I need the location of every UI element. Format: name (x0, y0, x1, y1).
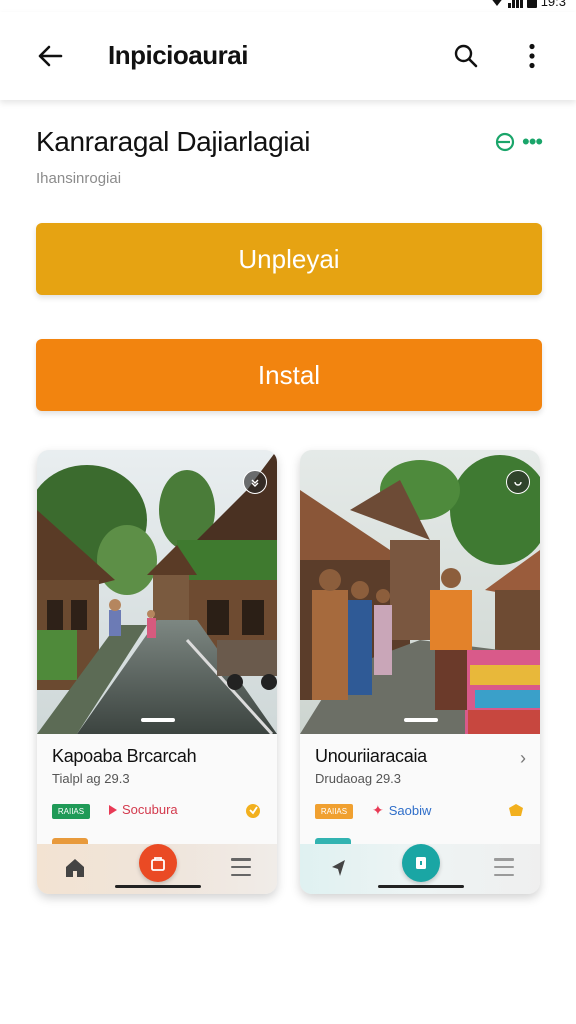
gesture-bar (378, 885, 464, 888)
bag-icon (151, 857, 165, 871)
card-meta: Tialpl ag 29.3 (52, 771, 130, 786)
villagers-image (300, 450, 540, 734)
app-bar: Inpicioaurai (0, 12, 576, 100)
card-bottom-nav (300, 838, 540, 894)
sparkle-icon: ✦ (372, 802, 384, 818)
more-options-button[interactable] (512, 36, 552, 76)
coin-icon[interactable] (243, 800, 263, 820)
image-handle (141, 718, 175, 722)
install-button[interactable]: Instal (36, 339, 542, 411)
card-meta: Drudaoag 29.3 (315, 771, 402, 786)
image-expand-icon[interactable] (506, 470, 530, 494)
share-green-icon (495, 132, 515, 152)
header-action-button[interactable]: ••• (494, 129, 543, 154)
page-title: Inpicioaurai (108, 40, 248, 70)
status-badge: RAIIAS (315, 804, 353, 819)
image-expand-icon[interactable] (243, 470, 267, 494)
app-subtitle: Ihansinrogiai (36, 170, 122, 187)
card-title: Unouriiaracaia (315, 746, 427, 766)
header-action-dots: ••• (522, 129, 543, 154)
app-detail-screen: 19:3 Inpicioaurai Kanraragal Dajiarlagia… (0, 0, 576, 1024)
status-bar: 19:3 (0, 0, 576, 12)
card-info: Kapoaba Brcarcah Tialpl ag 29.3 RAIIAS S… (37, 734, 277, 844)
card-link-label: Saobiw (388, 803, 432, 818)
nav-center-button[interactable] (402, 844, 440, 882)
card-link-label: Socubura (122, 802, 178, 817)
ticket-icon[interactable] (506, 800, 526, 820)
home-icon[interactable] (63, 856, 87, 880)
card-bottom-nav (37, 838, 277, 894)
navigation-icon[interactable] (326, 856, 350, 880)
status-time: 19:3 (540, 0, 566, 9)
screenshot-card-1[interactable]: Kapoaba Brcarcah Tialpl ag 29.3 RAIIAS S… (37, 450, 277, 894)
back-button[interactable] (30, 36, 70, 76)
card-info: Unouriiaracaia › Drudaoag 29.3 RAIIAS ✦ … (300, 734, 540, 844)
menu-icon[interactable] (494, 858, 514, 876)
app-name: Kanraragal Dajiarlagiai (36, 126, 311, 157)
nav-center-button[interactable] (139, 844, 177, 882)
search-button[interactable] (446, 36, 486, 76)
screenshot-card-2[interactable]: Unouriiaracaia › Drudaoag 29.3 RAIIAS ✦ … (300, 450, 540, 894)
status-icons: 19:3 (489, 0, 566, 9)
gesture-bar (115, 885, 201, 888)
menu-icon[interactable] (231, 858, 251, 876)
search-icon (454, 44, 478, 68)
more-vertical-icon (529, 43, 535, 69)
signal-icon (507, 0, 523, 8)
village-street-image (37, 450, 277, 734)
chevron-right-icon[interactable]: › (520, 748, 526, 769)
lock-icon (416, 857, 426, 869)
arrow-left-icon (38, 45, 63, 67)
status-badge: RAIIAS (52, 804, 90, 819)
play-icon (109, 804, 117, 815)
nav-stub (52, 838, 88, 844)
nav-stub (315, 838, 351, 844)
wifi-icon (489, 0, 504, 6)
image-handle (404, 718, 438, 722)
battery-icon (526, 0, 537, 8)
card-link[interactable]: ✦ Saobiw (372, 802, 431, 819)
primary-action-button[interactable]: Unpleyai (36, 223, 542, 295)
card-link[interactable]: Socubura (109, 802, 178, 817)
card-title: Kapoaba Brcarcah (52, 746, 197, 766)
